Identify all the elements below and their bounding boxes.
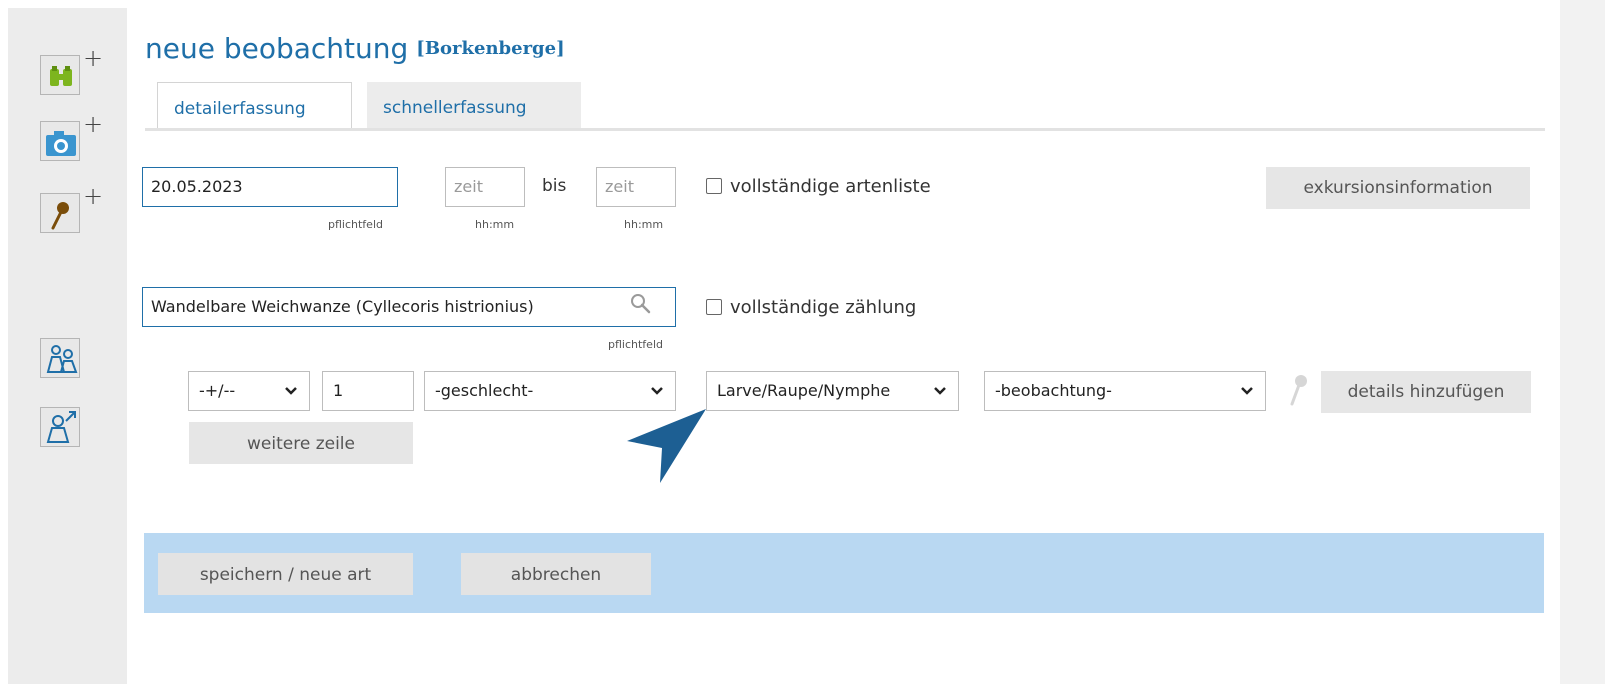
species-required-hint: pflichtfeld (608, 338, 663, 351)
observation-type-select[interactable]: -beobachtung- (984, 371, 1266, 411)
pin-icon (51, 202, 69, 230)
observation-type-value: -beobachtung- (995, 381, 1112, 400)
right-gutter (1560, 0, 1605, 684)
tab-detailerfassung[interactable]: detailerfassung (157, 82, 352, 130)
accuracy-select[interactable]: -+/-- (188, 371, 310, 411)
camera-icon (46, 131, 76, 156)
date-input[interactable]: 20.05.2023 (142, 167, 398, 207)
add-row-button[interactable]: weitere zeile (189, 422, 413, 464)
search-icon[interactable] (629, 292, 651, 314)
sex-select[interactable]: -geschlecht- (424, 371, 676, 411)
time-to-hint: hh:mm (624, 218, 664, 231)
chevron-down-icon (1241, 387, 1253, 395)
species-value: Wandelbare Weichwanze (Cyllecoris histri… (151, 297, 534, 316)
accuracy-value: -+/-- (199, 381, 236, 400)
chevron-down-icon (934, 387, 946, 395)
tab-schnellerfassung[interactable]: schnellerfassung (367, 82, 581, 130)
page-title-text: neue beobachtung (145, 32, 409, 65)
plus-icon: + (83, 44, 104, 72)
plus-icon: + (83, 110, 104, 138)
save-new-species-button[interactable]: speichern / neue art (158, 553, 413, 595)
chevron-down-icon (285, 387, 297, 395)
cancel-button[interactable]: abbrechen (461, 553, 651, 595)
stage-value: Larve/Raupe/Nymphe (717, 381, 891, 400)
person-share-button[interactable] (40, 407, 80, 447)
add-photo-button[interactable]: + (40, 112, 103, 161)
species-input[interactable]: Wandelbare Weichwanze (Cyllecoris histri… (142, 287, 676, 327)
complete-count-label: vollständige zählung (730, 297, 917, 318)
complete-count-checkbox[interactable]: vollständige zählung (706, 297, 916, 318)
complete-list-label: vollständige artenliste (730, 176, 931, 197)
complete-list-checkbox[interactable]: vollständige artenliste (706, 176, 931, 197)
add-location-button[interactable]: + (40, 184, 103, 233)
pointer-arrow-icon (627, 409, 706, 483)
people-icon (46, 345, 78, 373)
person-arrow-icon (46, 411, 76, 443)
time-from-hint: hh:mm (475, 218, 515, 231)
sex-value: -geschlecht- (435, 381, 534, 400)
tab-divider (145, 128, 1545, 131)
checkbox-box[interactable] (706, 299, 722, 315)
time-from-input[interactable]: zeit (445, 167, 525, 207)
stage-select[interactable]: Larve/Raupe/Nymphe (706, 371, 959, 411)
time-to-input[interactable]: zeit (596, 167, 676, 207)
chevron-down-icon (651, 387, 663, 395)
page-title: neue beobachtung [Borkenberge] (145, 32, 565, 65)
plus-icon: + (83, 182, 104, 210)
site-name: [Borkenberge] (416, 38, 565, 59)
binoculars-icon (50, 66, 72, 86)
add-observation-button[interactable]: + (40, 46, 103, 95)
checkbox-box[interactable] (706, 178, 722, 194)
date-required-hint: pflichtfeld (328, 218, 383, 231)
people-button[interactable] (40, 338, 80, 378)
add-details-button[interactable]: details hinzufügen (1321, 371, 1531, 413)
bis-label: bis (542, 176, 567, 196)
count-input[interactable]: 1 (322, 371, 414, 411)
excursion-info-button[interactable]: exkursionsinformation (1266, 167, 1530, 209)
location-pin-icon[interactable] (1285, 372, 1311, 408)
